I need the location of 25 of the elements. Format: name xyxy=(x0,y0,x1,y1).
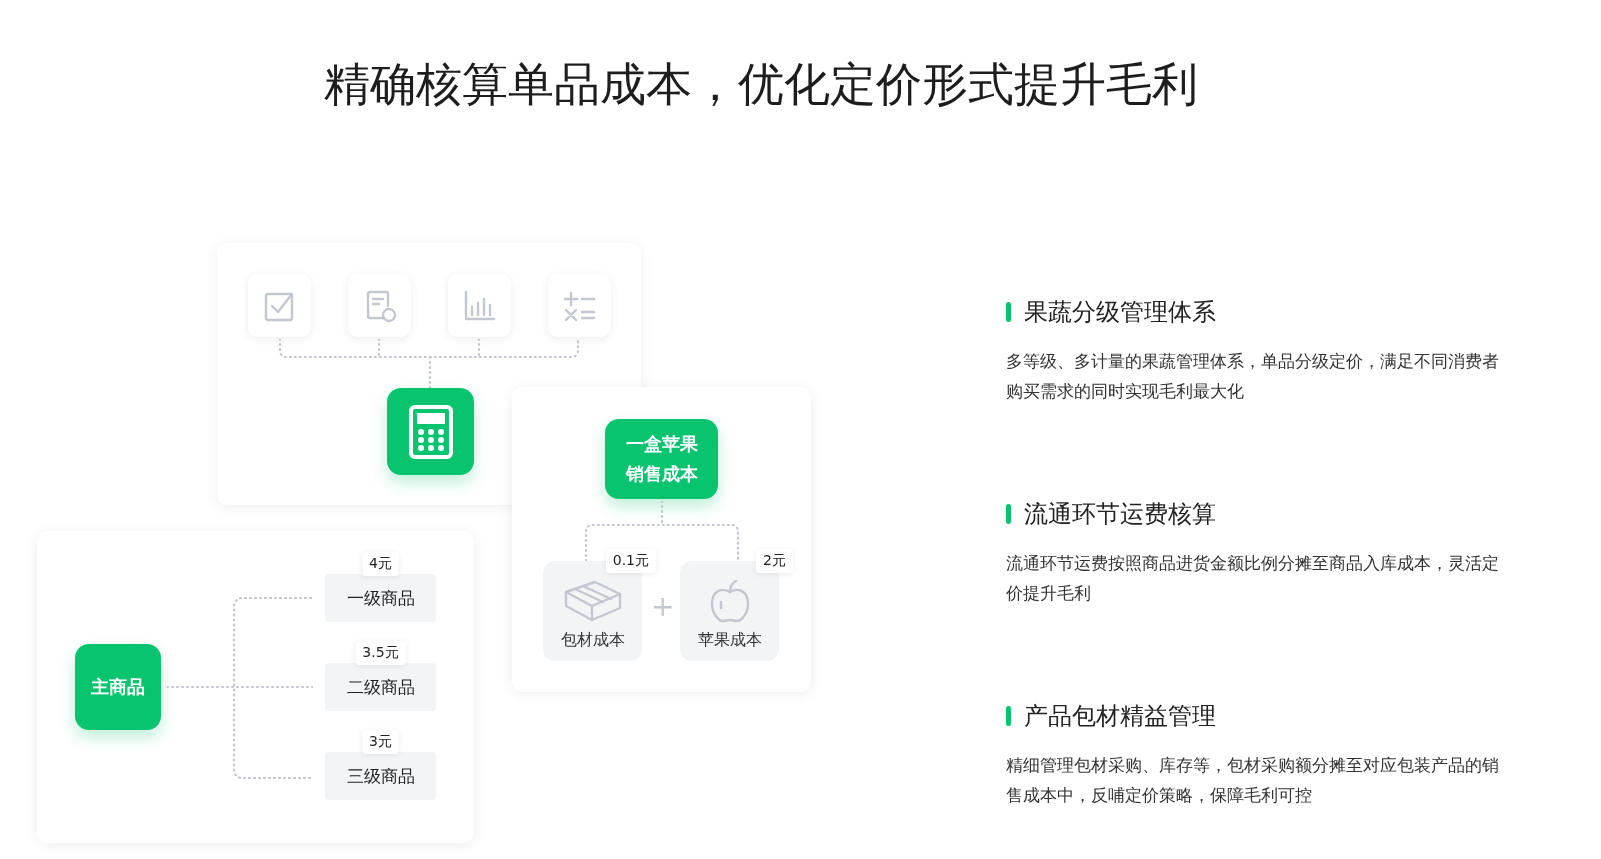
price-tag: 4元 xyxy=(362,552,399,576)
total-cost-node: 一盒苹果销售成本 xyxy=(605,419,718,499)
price-tag: 0.1元 xyxy=(605,549,656,573)
feature-description: 精细管理包材采购、库存等，包材采购额分摊至对应包装产品的销售成本中，反哺定价策略，保障毛利可控 xyxy=(1006,755,1500,807)
feature-heading: 产品包材精益管理 xyxy=(1024,701,1216,731)
part-label: 苹果成本 xyxy=(697,630,762,651)
box-icon xyxy=(562,578,623,624)
part-label: 包材成本 xyxy=(560,630,625,651)
heading-accent-bar xyxy=(1006,302,1011,322)
heading-accent-bar xyxy=(1006,504,1011,524)
price-tag: 3元 xyxy=(362,730,399,754)
price-tag: 3.5元 xyxy=(355,641,406,665)
page-title: 精确核算单品成本，优化定价形式提升毛利 xyxy=(322,56,1199,112)
plus-sign: + xyxy=(651,593,675,621)
grade-item: 一级商品 xyxy=(325,574,436,622)
grade-item: 二级商品 xyxy=(325,663,436,711)
heading-accent-bar xyxy=(1006,706,1011,726)
feature-heading: 流通环节运费核算 xyxy=(1024,499,1216,529)
feature-heading: 果蔬分级管理体系 xyxy=(1024,297,1216,327)
price-tag: 2元 xyxy=(756,549,793,573)
grade-item: 三级商品 xyxy=(325,752,436,800)
calculator-icon xyxy=(407,403,454,460)
feature-description: 流通环节运费按照商品进货金额比例分摊至商品入库成本，灵活定价提升毛利 xyxy=(1006,553,1500,605)
feature-description: 多等级、多计量的果蔬管理体系，单品分级定价，满足不同消费者购买需求的同时实现毛利最大化 xyxy=(1006,351,1500,403)
main-product-node: 主商品 xyxy=(75,644,161,730)
